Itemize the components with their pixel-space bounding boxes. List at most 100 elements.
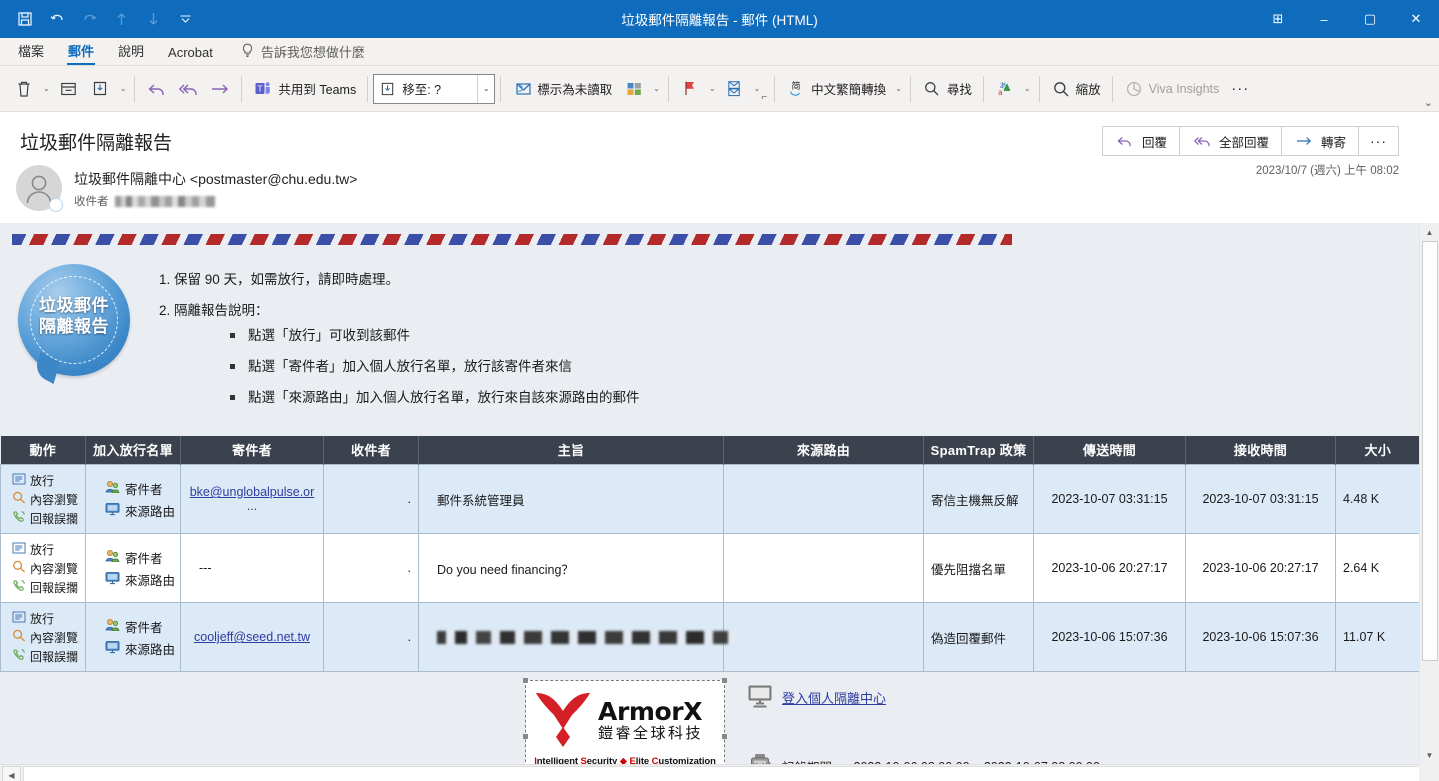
search-icon — [922, 79, 942, 99]
preview-action[interactable]: 內容瀏覽 — [12, 491, 78, 508]
title-bar: 垃圾郵件隔離報告 - 郵件 (HTML) ⊞ – ▢ ✕ — [0, 0, 1439, 38]
vertical-scrollbar[interactable]: ▲ ▼ — [1419, 223, 1439, 764]
footer-links: 登入個人隔離中心 08:04 記錄期間： 2023-10-06 08:00:00… — [747, 680, 1100, 764]
mark-unread-button[interactable]: 標示為未讀取 — [506, 72, 618, 106]
redo-icon[interactable] — [74, 4, 104, 34]
chinese-conversion-button[interactable]: 简 中文繁簡轉換 — [780, 72, 892, 106]
next-item-icon[interactable] — [138, 4, 168, 34]
undo-icon[interactable] — [42, 4, 72, 34]
preview-action[interactable]: 內容瀏覽 — [12, 560, 78, 577]
save-icon[interactable] — [10, 4, 40, 34]
preview-action[interactable]: 內容瀏覽 — [12, 629, 78, 646]
categorize-button[interactable] — [618, 72, 650, 106]
archive-button[interactable] — [53, 72, 85, 106]
move-to-combobox[interactable]: 移至: ? ⌄ — [373, 73, 496, 104]
maximize-button[interactable]: ▢ — [1347, 0, 1393, 38]
sender-link[interactable]: cooljeff@seed.net.tw — [194, 630, 310, 644]
dialog-launcher-icon[interactable]: ⌐ — [761, 92, 767, 103]
sender-link[interactable]: bke@unglobalpulse.or — [190, 485, 315, 499]
divider — [909, 75, 911, 102]
zoom-button[interactable]: 縮放 — [1045, 72, 1107, 106]
selection-handle — [722, 733, 727, 739]
scroll-down-arrow-icon[interactable]: ▼ — [1421, 746, 1439, 764]
reply-button[interactable]: 回覆 — [1101, 126, 1180, 156]
forward-button[interactable]: 轉寄 — [1280, 126, 1359, 156]
minimize-button[interactable]: – — [1301, 0, 1347, 38]
ribbon-toolbar: ⌄ ⌄ T 共用到 Teams 移至: ? ⌄ 標示為未讀取 ⌄ ⌄ ⌄ ⌐ 简… — [0, 66, 1439, 112]
forward-ribbon-button[interactable] — [204, 72, 236, 106]
share-to-teams-label: 共用到 Teams — [278, 83, 357, 97]
move-to-dropdown-icon[interactable]: ⌄ — [477, 74, 494, 103]
forward-arrow-icon — [1294, 131, 1314, 151]
divider — [667, 75, 669, 102]
tell-me-search[interactable]: 告訴我您想做什麼 — [225, 42, 375, 65]
release-action[interactable]: 放行 — [12, 541, 54, 558]
allowlist-route[interactable]: 來源路由 — [105, 639, 175, 658]
delete-button[interactable] — [8, 72, 40, 106]
magnifier-icon — [12, 491, 26, 507]
vertical-scroll-thumb[interactable] — [1421, 241, 1438, 661]
report-label: 回報誤攔 — [30, 580, 79, 595]
move-dropdown-icon[interactable]: ⌄ — [117, 84, 130, 93]
col-received-time: 接收時間 — [1185, 435, 1336, 465]
tab-file[interactable]: 檔案 — [6, 38, 56, 65]
rules-button[interactable] — [719, 72, 751, 106]
scroll-left-arrow-icon[interactable]: ◀ — [2, 765, 21, 781]
translate-button[interactable]: あa — [989, 72, 1021, 106]
divider — [241, 75, 243, 102]
window-title: 垃圾郵件隔離報告 - 郵件 (HTML) — [621, 13, 818, 28]
previous-item-icon[interactable] — [106, 4, 136, 34]
horizontal-scroll-track[interactable] — [23, 765, 1437, 781]
reply-all-ribbon-button[interactable] — [172, 72, 204, 106]
viva-insights-button[interactable]: Viva Insights — [1118, 72, 1226, 106]
report-false-positive-action[interactable]: 回報誤攔 — [12, 648, 78, 665]
translate-dropdown-icon[interactable]: ⌄ — [1021, 84, 1034, 93]
cell-policy: 優先阻擋名單 — [923, 533, 1034, 604]
report-false-positive-action[interactable]: 回報誤攔 — [12, 579, 78, 596]
users-icon — [105, 549, 120, 566]
share-to-teams-button[interactable]: T 共用到 Teams — [247, 72, 362, 106]
message-action-buttons: 回覆 全部回覆 轉寄 ··· — [1101, 126, 1399, 156]
cell-recipient: . — [323, 533, 419, 604]
reply-all-button[interactable]: 全部回覆 — [1178, 126, 1282, 156]
follow-up-flag-button[interactable] — [674, 72, 706, 106]
tab-help[interactable]: 說明 — [106, 38, 156, 65]
more-commands-button[interactable]: ··· — [1225, 72, 1255, 106]
allowlist-sender[interactable]: 寄件者 — [105, 479, 163, 498]
login-quarantine-center-link[interactable]: 登入個人隔離中心 — [782, 688, 886, 707]
vertical-scroll-track[interactable] — [1421, 241, 1439, 746]
cell-recipient: . — [323, 464, 419, 535]
move-button[interactable] — [85, 72, 117, 106]
allowlist-route[interactable]: 來源路由 — [105, 570, 175, 589]
find-button[interactable]: 尋找 — [916, 72, 978, 106]
monitor-icon — [105, 640, 120, 657]
allowlist-route-label: 來源路由 — [125, 642, 176, 657]
close-button[interactable]: ✕ — [1393, 0, 1439, 38]
release-action[interactable]: 放行 — [12, 472, 54, 489]
preview-label: 內容瀏覽 — [30, 561, 79, 576]
tab-acrobat[interactable]: Acrobat — [156, 42, 225, 65]
scroll-up-arrow-icon[interactable]: ▲ — [1421, 223, 1439, 241]
customize-qat-icon[interactable] — [170, 4, 200, 34]
delete-dropdown-icon[interactable]: ⌄ — [40, 84, 53, 93]
horizontal-scrollbar[interactable]: ◀ — [0, 764, 1439, 781]
svg-text:T: T — [257, 85, 263, 94]
more-actions-button[interactable]: ··· — [1358, 126, 1399, 156]
ribbon-collapse-icon[interactable]: ⌄ — [1424, 96, 1433, 109]
reply-ribbon-button[interactable] — [140, 72, 172, 106]
cell-sender: --- — [180, 533, 324, 604]
release-action[interactable]: 放行 — [12, 610, 54, 627]
allowlist-sender[interactable]: 寄件者 — [105, 548, 163, 567]
categorize-dropdown-icon[interactable]: ⌄ — [650, 84, 663, 93]
flag-icon — [680, 79, 700, 99]
seal-line-2: 隔離報告 — [39, 317, 109, 336]
message-date: 2023/10/7 (週六) 上午 08:02 — [1255, 165, 1399, 177]
tab-mail[interactable]: 郵件 — [56, 38, 106, 65]
ribbon-display-options-icon[interactable]: ⊞ — [1255, 0, 1301, 38]
seal-text: 垃圾郵件 隔離報告 — [18, 295, 130, 337]
report-false-positive-action[interactable]: 回報誤攔 — [12, 510, 78, 527]
allowlist-sender[interactable]: 寄件者 — [105, 617, 163, 636]
allowlist-route[interactable]: 來源路由 — [105, 501, 175, 520]
follow-up-dropdown-icon[interactable]: ⌄ — [706, 84, 719, 93]
chinese-conversion-dropdown-icon[interactable]: ⌄ — [892, 84, 905, 93]
